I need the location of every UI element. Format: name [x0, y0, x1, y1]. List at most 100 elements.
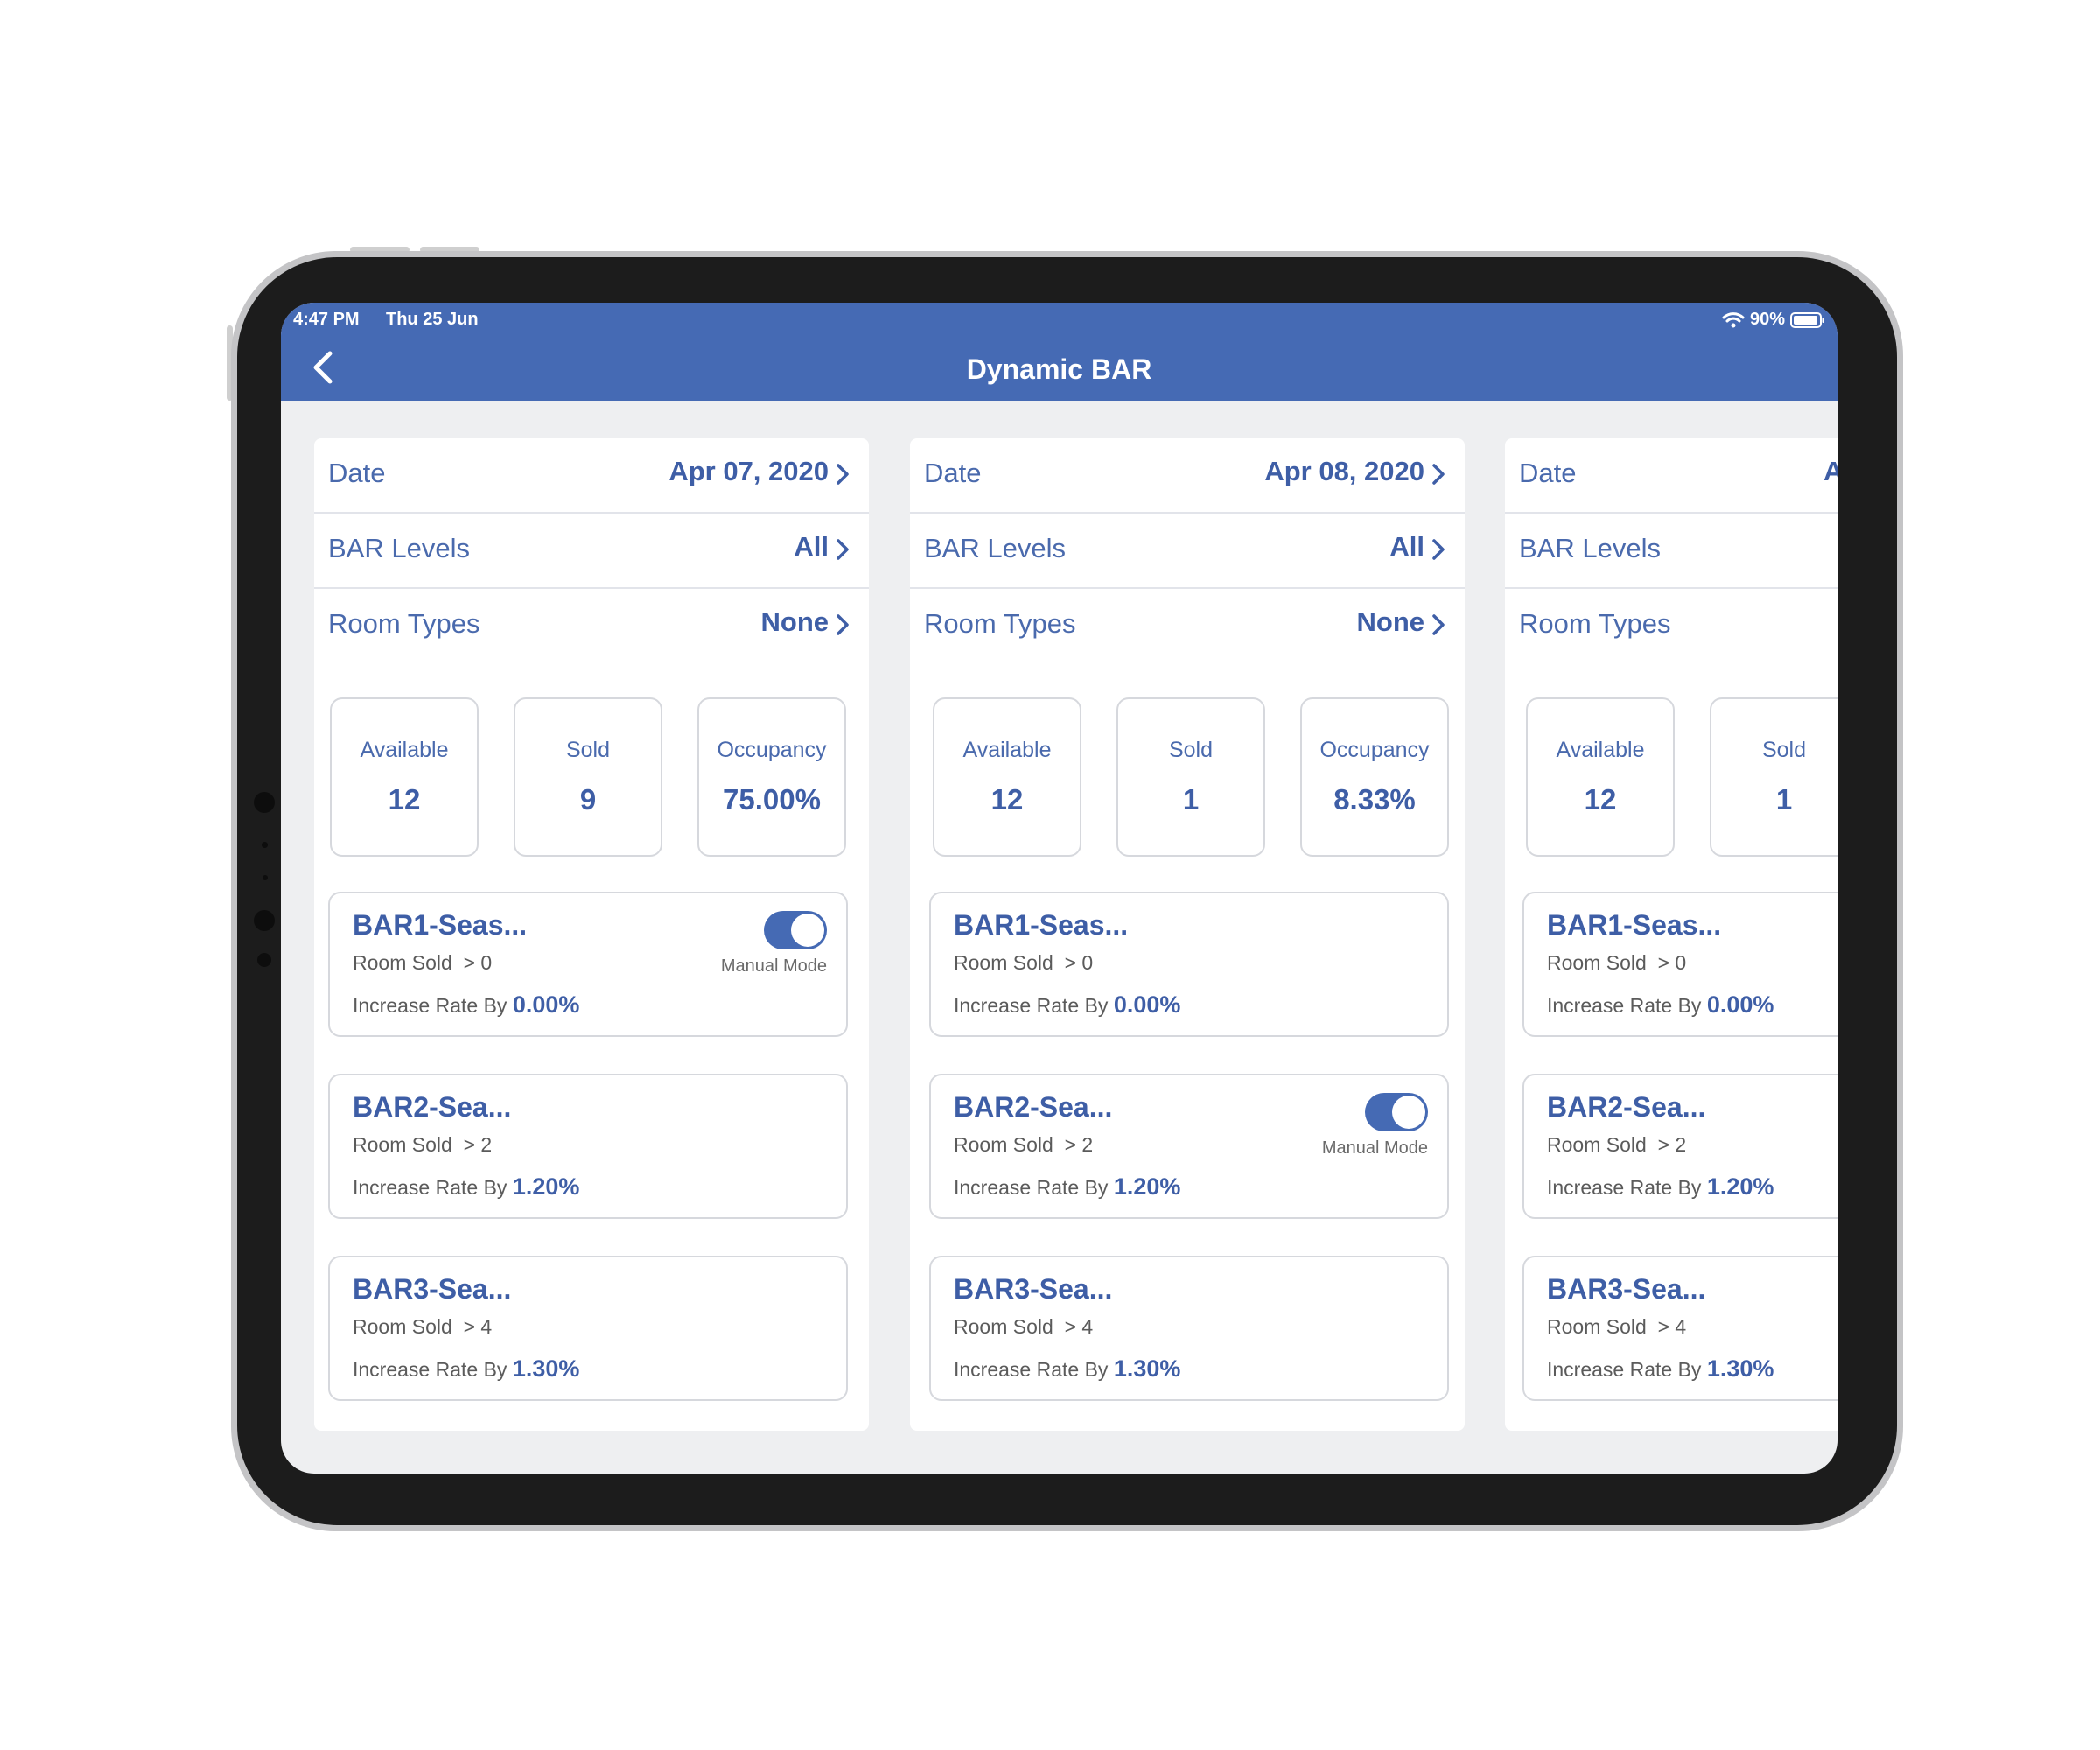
available-stat-card: Available 12 — [933, 697, 1082, 857]
room-types-label: Room Types — [924, 608, 1076, 639]
bar-level-card[interactable]: BAR1-Seas... Room Sold > 0 Increase Rate… — [1522, 892, 1838, 1037]
date-value: A — [1824, 456, 1838, 486]
bar-name: BAR3-Sea... — [1547, 1273, 1706, 1305]
available-label: Available — [962, 738, 1052, 762]
date-label: Date — [328, 458, 386, 488]
room-types-row[interactable]: Room Types — [1505, 589, 1838, 664]
manual-mode-label: Manual Mode — [720, 956, 827, 976]
bar-levels-row[interactable]: BAR Levels All — [314, 514, 869, 589]
wifi-icon — [1722, 312, 1745, 327]
chevron-right-icon — [1432, 539, 1445, 560]
manual-mode-toggle[interactable] — [764, 911, 827, 949]
sold-stat-card: Sold 1 — [1710, 697, 1838, 857]
bar-name: BAR2-Sea... — [1547, 1091, 1706, 1123]
bar-level-card[interactable]: BAR1-Seas... Room Sold > 0 Increase Rate… — [929, 892, 1449, 1037]
available-value: 12 — [388, 783, 421, 816]
date-row[interactable]: Date Apr 07, 2020 — [314, 438, 869, 514]
increase-rate-text: Increase Rate By 1.20% — [353, 1173, 580, 1200]
increase-rate-text: Increase Rate By 1.20% — [1547, 1173, 1774, 1200]
occupancy-stat-card: Occupancy 8.33% — [1300, 697, 1449, 857]
bar-level-card[interactable]: BAR1-Seas... Room Sold > 0 Increase Rate… — [328, 892, 848, 1037]
bar-levels-row[interactable]: BAR Levels — [1505, 514, 1838, 589]
bar-level-card[interactable]: BAR2-Sea... Room Sold > 2 Increase Rate … — [929, 1074, 1449, 1219]
manual-mode-toggle[interactable] — [1365, 1093, 1428, 1131]
increase-rate-text: Increase Rate By 0.00% — [1547, 991, 1774, 1018]
room-types-row[interactable]: Room Types None — [910, 589, 1465, 664]
sold-value: 1 — [1182, 783, 1200, 816]
chevron-right-icon — [836, 539, 849, 560]
nav-header: 4:47 PM Thu 25 Jun 90% Dynamic BAR — [281, 303, 1838, 401]
available-value: 12 — [990, 783, 1024, 816]
bar-level-card[interactable]: BAR2-Sea... Room Sold > 2 Increase Rate … — [328, 1074, 848, 1219]
bar-level-card[interactable]: BAR3-Sea... Room Sold > 4 Increase Rate … — [1522, 1256, 1838, 1401]
room-sold-text: Room Sold > 2 — [353, 1133, 493, 1156]
bar-levels-label: BAR Levels — [328, 533, 470, 564]
date-label: Date — [924, 458, 982, 488]
available-label: Available — [1556, 738, 1645, 762]
manual-mode-label: Manual Mode — [1321, 1138, 1428, 1158]
camera-sensor — [257, 953, 271, 967]
increase-rate-text: Increase Rate By 1.30% — [353, 1355, 580, 1382]
increase-rate-text: Increase Rate By 0.00% — [353, 991, 580, 1018]
date-label: Date — [1519, 458, 1577, 488]
sold-label: Sold — [1168, 738, 1214, 762]
bar-level-card[interactable]: BAR2-Sea... Room Sold > 2 Increase Rate … — [1522, 1074, 1838, 1219]
date-row[interactable]: Date A — [1505, 438, 1838, 514]
bar-level-card[interactable]: BAR3-Sea... Room Sold > 4 Increase Rate … — [328, 1256, 848, 1401]
room-sold-text: Room Sold > 4 — [353, 1315, 493, 1338]
chevron-right-icon — [836, 614, 849, 635]
occupancy-value: 75.00% — [723, 783, 821, 816]
chevron-right-icon — [1432, 464, 1445, 485]
date-row[interactable]: Date Apr 08, 2020 — [910, 438, 1465, 514]
status-time: 4:47 PM — [293, 310, 360, 329]
camera-sensor — [254, 792, 275, 813]
room-types-label: Room Types — [1519, 608, 1671, 639]
sold-label: Sold — [565, 738, 611, 762]
room-sold-text: Room Sold > 4 — [954, 1315, 1094, 1338]
date-column: Date Apr 07, 2020 BAR Levels All Room Ty… — [314, 438, 869, 1431]
camera-lens — [254, 910, 275, 931]
battery-percent: 90% — [1749, 310, 1785, 329]
available-label: Available — [360, 738, 449, 762]
sold-stat-card: Sold 9 — [514, 697, 662, 857]
bar-levels-row[interactable]: BAR Levels All — [910, 514, 1465, 589]
chevron-right-icon — [836, 464, 849, 485]
available-stat-card: Available 12 — [330, 697, 479, 857]
date-value: Apr 07, 2020 — [668, 456, 829, 486]
bar-levels-label: BAR Levels — [924, 533, 1066, 564]
date-column: Date Apr 08, 2020 BAR Levels All Room Ty… — [910, 438, 1465, 1431]
occupancy-label: Occupancy — [1320, 738, 1430, 762]
available-value: 12 — [1584, 783, 1617, 816]
status-indicators: 90% — [1722, 310, 1825, 330]
increase-rate-text: Increase Rate By 1.30% — [954, 1355, 1181, 1382]
occupancy-label: Occupancy — [717, 738, 827, 762]
room-sold-text: Room Sold > 2 — [954, 1133, 1094, 1156]
status-date: Thu 25 Jun — [386, 310, 479, 329]
bar-level-card[interactable]: BAR3-Sea... Room Sold > 4 Increase Rate … — [929, 1256, 1449, 1401]
chevron-right-icon — [1432, 614, 1445, 635]
bar-levels-value: All — [1390, 531, 1424, 562]
room-types-label: Room Types — [328, 608, 480, 639]
sold-value: 9 — [579, 783, 597, 816]
page-title: Dynamic BAR — [966, 354, 1152, 385]
sold-stat-card: Sold 1 — [1116, 697, 1265, 857]
room-types-value: None — [1356, 606, 1425, 637]
available-stat-card: Available 12 — [1526, 697, 1675, 857]
increase-rate-text: Increase Rate By 0.00% — [954, 991, 1181, 1018]
date-column: Date A BAR Levels Room Types Available 1… — [1505, 438, 1838, 1431]
bar-name: BAR1-Seas... — [353, 909, 528, 941]
bar-name: BAR3-Sea... — [353, 1273, 512, 1305]
bar-name: BAR2-Sea... — [353, 1091, 512, 1123]
room-sold-text: Room Sold > 0 — [353, 951, 493, 974]
bar-name: BAR3-Sea... — [954, 1273, 1113, 1305]
room-types-value: None — [760, 606, 830, 637]
increase-rate-text: Increase Rate By 1.30% — [1547, 1355, 1774, 1382]
bar-name: BAR2-Sea... — [954, 1091, 1113, 1123]
room-types-row[interactable]: Room Types None — [314, 589, 869, 664]
bar-name: BAR1-Seas... — [954, 909, 1129, 941]
bar-name: BAR1-Seas... — [1547, 909, 1722, 941]
camera-sensor — [262, 842, 268, 848]
battery-icon — [1790, 312, 1824, 328]
room-sold-text: Room Sold > 0 — [1547, 951, 1687, 974]
date-value: Apr 08, 2020 — [1264, 456, 1424, 486]
